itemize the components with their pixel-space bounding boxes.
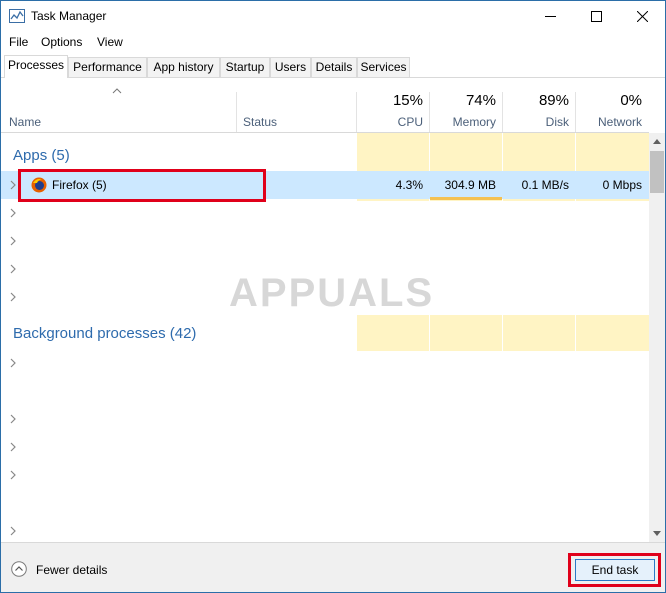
scroll-down-icon[interactable] <box>653 531 661 537</box>
process-row[interactable] <box>1 517 649 542</box>
column-divider[interactable] <box>429 92 430 132</box>
window-title: Task Manager <box>31 9 107 23</box>
tab-performance[interactable]: Performance <box>68 57 147 77</box>
column-status[interactable]: Status <box>243 115 277 129</box>
minimize-icon <box>544 15 556 17</box>
tab-details[interactable]: Details <box>311 57 357 77</box>
tab-processes[interactable]: Processes <box>4 55 68 78</box>
highlight-box <box>568 553 661 587</box>
memory-heat-cell <box>430 315 502 351</box>
disk-percent[interactable]: 89% <box>539 92 569 109</box>
column-disk[interactable]: Disk <box>546 115 569 129</box>
disk-value: 0.1 MB/s <box>521 178 569 192</box>
process-row[interactable] <box>1 227 649 255</box>
sort-ascending-icon[interactable] <box>112 88 122 94</box>
expand-chevron-icon[interactable] <box>9 264 17 274</box>
disk-heat-cell <box>503 315 575 351</box>
expand-chevron-icon[interactable] <box>9 292 17 302</box>
process-row[interactable] <box>1 433 649 461</box>
column-divider[interactable] <box>356 92 357 132</box>
chevron-up-circle-icon[interactable] <box>11 561 27 577</box>
memory-percent[interactable]: 74% <box>466 92 496 109</box>
maximize-button[interactable] <box>573 1 619 31</box>
menu-view[interactable]: View <box>97 35 123 49</box>
process-row[interactable] <box>1 461 649 489</box>
menu-options[interactable]: Options <box>41 35 82 49</box>
task-manager-window: Task Manager File Options View Processes… <box>0 0 666 593</box>
close-icon <box>636 10 648 22</box>
column-divider[interactable] <box>502 92 503 132</box>
expand-chevron-icon[interactable] <box>9 208 17 218</box>
process-row[interactable] <box>1 405 649 433</box>
tab-app-history[interactable]: App history <box>147 57 220 77</box>
watermark: APPUALS <box>229 271 435 315</box>
column-cpu[interactable]: CPU <box>398 115 423 129</box>
cpu-heat-cell <box>357 315 429 351</box>
memory-value: 304.9 MB <box>444 178 496 192</box>
tab-strip: Processes Performance App history Startu… <box>1 55 665 78</box>
tab-startup[interactable]: Startup <box>220 57 270 77</box>
fewer-details-link[interactable]: Fewer details <box>36 563 107 577</box>
column-divider[interactable] <box>575 92 576 132</box>
expand-chevron-icon[interactable] <box>9 526 17 536</box>
column-divider[interactable] <box>236 92 237 132</box>
menu-file[interactable]: File <box>9 35 28 49</box>
close-button[interactable] <box>619 1 665 31</box>
network-heat-cell <box>576 315 649 351</box>
cpu-percent[interactable]: 15% <box>393 92 423 109</box>
tab-services[interactable]: Services <box>357 57 410 77</box>
column-network[interactable]: Network <box>598 115 642 129</box>
group-apps[interactable]: Apps (5) <box>13 147 70 164</box>
highlight-box <box>18 169 266 202</box>
process-row[interactable] <box>1 199 649 227</box>
column-name[interactable]: Name <box>9 115 41 129</box>
task-manager-icon <box>9 9 25 23</box>
expand-chevron-icon[interactable] <box>9 470 17 480</box>
vertical-scrollbar[interactable] <box>649 133 665 542</box>
footer-bar: Fewer details End task <box>1 542 665 592</box>
expand-chevron-icon[interactable] <box>9 236 17 246</box>
network-percent[interactable]: 0% <box>620 92 642 109</box>
scroll-up-icon[interactable] <box>653 138 661 144</box>
process-row[interactable] <box>1 349 649 377</box>
expand-chevron-icon[interactable] <box>9 358 17 368</box>
tab-users[interactable]: Users <box>270 57 311 77</box>
minimize-button[interactable] <box>527 1 573 31</box>
column-memory[interactable]: Memory <box>453 115 496 129</box>
process-list: Apps (5) Firefox (5) 4.3% 304.9 MB 0.1 M… <box>1 133 649 542</box>
column-header-row: Name Status 15% CPU 74% Memory 89% Disk … <box>1 78 649 133</box>
scrollbar-thumb[interactable] <box>650 151 664 193</box>
group-background-processes[interactable]: Background processes (42) <box>13 325 196 342</box>
expand-chevron-icon[interactable] <box>9 442 17 452</box>
expand-chevron-icon[interactable] <box>9 414 17 424</box>
cpu-value: 4.3% <box>395 178 423 192</box>
title-bar: Task Manager <box>1 1 665 31</box>
expand-chevron-icon[interactable] <box>9 180 17 190</box>
maximize-icon <box>590 10 602 22</box>
network-value: 0 Mbps <box>602 178 642 192</box>
